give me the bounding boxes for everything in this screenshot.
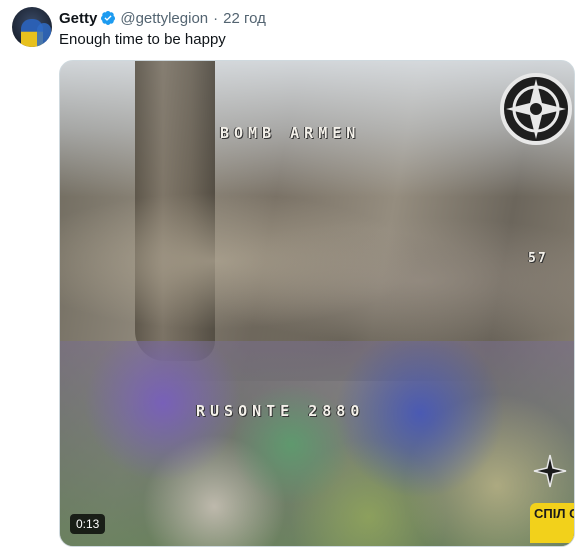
video-player[interactable]: BOMB ARMEN 57 RUSONTE 2880 СПІЛ СТЕР 0:1… xyxy=(59,60,575,547)
avatar-figure-secondary xyxy=(37,23,51,47)
video-overlay-top-text: BOMB ARMEN xyxy=(220,124,361,142)
video-frame-noise xyxy=(60,341,574,546)
tweet-timestamp[interactable]: 22 год xyxy=(223,10,266,27)
unit-emblem-icon xyxy=(496,69,572,149)
separator-dot: · xyxy=(213,9,219,27)
tweet-text: Enough time to be happy xyxy=(59,31,226,48)
video-duration-badge: 0:13 xyxy=(70,514,106,534)
video-overlay-number: 57 xyxy=(528,251,548,266)
author-handle[interactable]: @gettylegion xyxy=(120,10,208,27)
video-overlay-bottom-text: RUSONTE 2880 xyxy=(196,402,365,420)
tweet-header: Getty @gettylegion · 22 год xyxy=(59,8,266,28)
star-decoration-icon xyxy=(532,453,568,489)
verified-badge-icon xyxy=(100,10,116,26)
author-name[interactable]: Getty xyxy=(59,10,97,27)
tweet: Getty @gettylegion · 22 год Enough time … xyxy=(0,0,582,554)
avatar[interactable] xyxy=(12,7,52,47)
channel-watermark: СПІЛ СТЕР xyxy=(530,503,574,543)
